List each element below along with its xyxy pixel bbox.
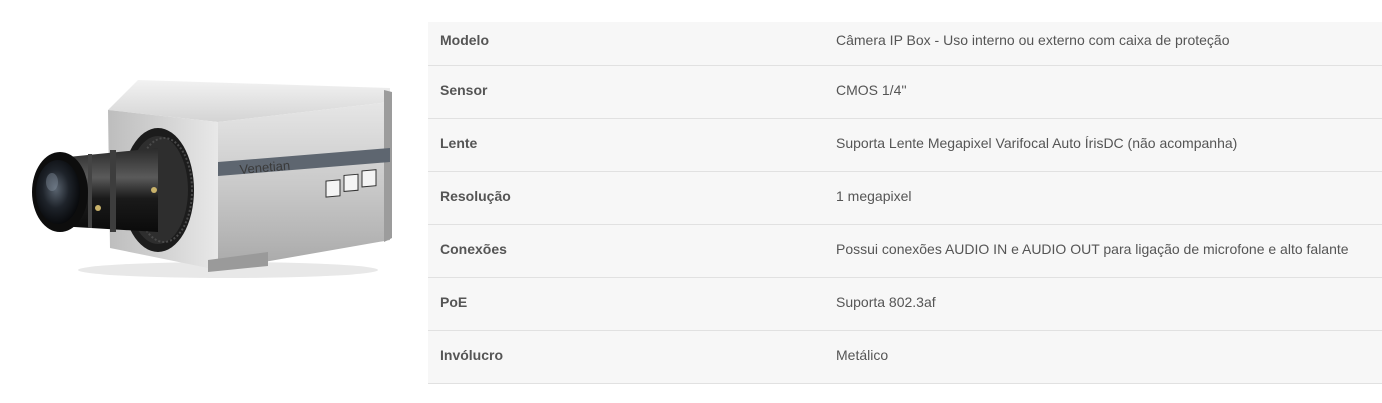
spec-row-conexoes: Conexões Possui conexões AUDIO IN e AUDI…	[428, 225, 1382, 278]
spec-row-involucro: Invólucro Metálico	[428, 331, 1382, 384]
spec-value: Suporta 802.3af	[836, 294, 936, 310]
spec-row-modelo: Modelo Câmera IP Box - Uso interno ou ex…	[428, 22, 1382, 66]
spec-label: PoE	[440, 294, 468, 310]
spec-value: 1 megapixel	[836, 188, 912, 204]
spec-row-lente: Lente Suporta Lente Megapixel Varifocal …	[428, 119, 1382, 172]
spec-value: Possui conexões AUDIO IN e AUDIO OUT par…	[836, 241, 1349, 257]
spec-label: Invólucro	[440, 347, 504, 363]
camera-product-image: Venetian	[32, 80, 392, 278]
spec-label: Conexões	[440, 241, 507, 257]
spec-label: Sensor	[440, 82, 488, 98]
spec-row-resolucao: Resolução 1 megapixel	[428, 172, 1382, 225]
spec-row-poe: PoE Suporta 802.3af	[428, 278, 1382, 331]
spec-label: Lente	[440, 135, 478, 151]
spec-label: Resolução	[440, 188, 511, 204]
page: Venetian Modelo Câmera IP Box - Uso inte…	[0, 0, 1382, 403]
spec-value: Metálico	[836, 347, 889, 363]
spec-value: Suporta Lente Megapixel Varifocal Auto Í…	[836, 135, 1238, 151]
spec-value: Câmera IP Box - Uso interno ou externo c…	[836, 32, 1230, 48]
specs-table: Modelo Câmera IP Box - Uso interno ou ex…	[428, 22, 1382, 384]
spec-row-sensor: Sensor CMOS 1/4''	[428, 66, 1382, 119]
spec-label: Modelo	[440, 32, 489, 48]
spec-value: CMOS 1/4''	[836, 82, 907, 98]
